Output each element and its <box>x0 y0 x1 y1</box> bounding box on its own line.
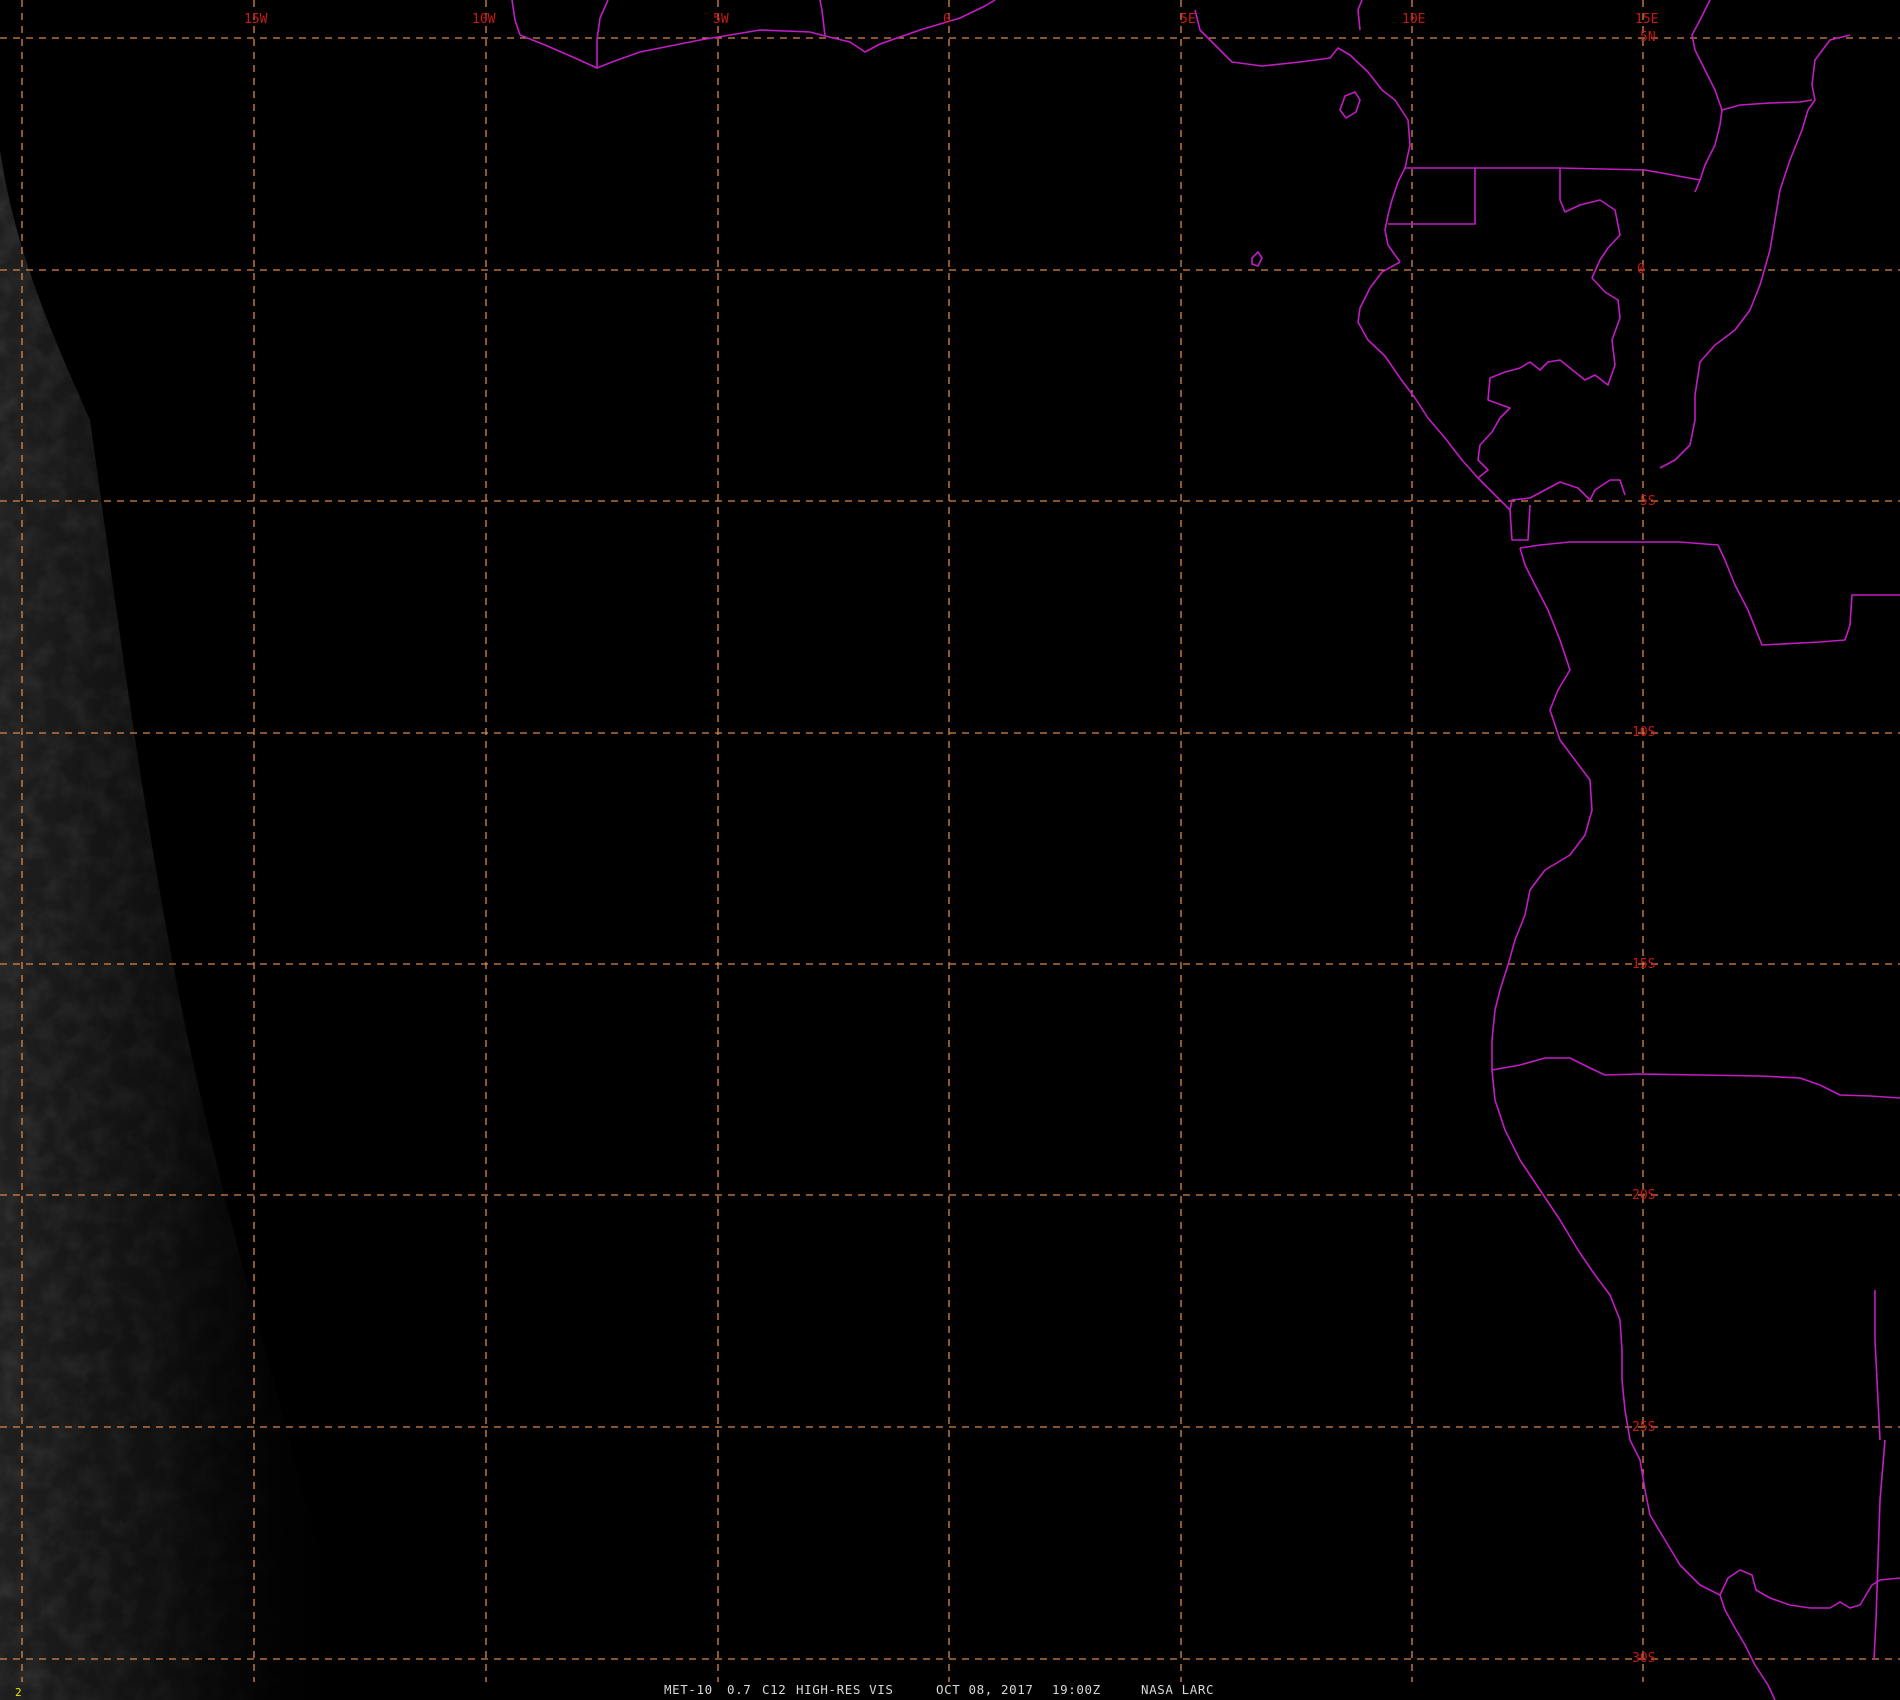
longitude-labels: 15W 10W 5W 0 5E 10E 15E <box>244 12 1658 27</box>
drc-angola-border <box>1519 541 1900 646</box>
namibia-botswana-border <box>1874 1290 1881 1441</box>
west-africa-border-b <box>511 0 521 36</box>
west-africa-border-a <box>596 0 609 68</box>
lon-label-15e: 15E <box>1635 12 1658 27</box>
satellite-image-frame: 15W 10W 5W 0 5E 10E 15E 5N 0 5S 10S 15S … <box>0 0 1900 1700</box>
lat-label-10s: 10S <box>1632 725 1655 740</box>
image-caption: MET-10 0.7 C12 HIGH-RES VIS OCT 08, 2017 19:0… <box>0 1682 1900 1700</box>
namibia-east-border <box>1873 1439 1886 1661</box>
angola-namibia-border <box>1491 1057 1900 1099</box>
lon-label-15w: 15W <box>244 12 268 27</box>
lon-label-10w: 10W <box>472 12 496 27</box>
bight-coast <box>1194 9 1383 91</box>
twilight-cloud-field <box>0 0 380 1700</box>
angola-coast <box>1491 547 1593 1070</box>
lat-label-30s: 30S <box>1632 1651 1655 1666</box>
caption-channel: C12 <box>762 1682 787 1697</box>
lon-label-5e: 5E <box>1180 12 1196 27</box>
lon-label-0: 0 <box>943 12 951 27</box>
cameroon-south-border <box>1475 167 1701 193</box>
lon-label-5w: 5W <box>713 12 729 27</box>
congo-car-border <box>1699 99 1813 181</box>
caption-satellite: MET-10 <box>664 1682 713 1697</box>
satellite-map: 15W 10W 5W 0 5E 10E 15E 5N 0 5S 10S 15S … <box>0 0 1900 1700</box>
lat-label-25s: 25S <box>1632 1420 1655 1435</box>
car-cameroon-border <box>1691 0 1723 111</box>
cameroon-coast <box>1381 89 1411 263</box>
sao-tome-island <box>1251 251 1263 267</box>
lat-label-0: 0 <box>1637 262 1645 277</box>
latitude-labels: 5N 0 5S 10S 15S 20S 25S 30S <box>1632 30 1656 1666</box>
west-africa-border-c <box>819 0 826 37</box>
namibia-coast <box>1491 1069 1721 1596</box>
cabinda-coast <box>1509 504 1531 541</box>
caption-band: 0.7 <box>727 1682 752 1697</box>
lat-label-5n: 5N <box>1640 30 1656 45</box>
orange-river-border <box>1719 1569 1900 1609</box>
caption-source: NASA LARC <box>1141 1682 1215 1697</box>
lat-label-20s: 20S <box>1632 1188 1655 1203</box>
nigeria-cameroon-border <box>1357 0 1363 31</box>
gabon-coast <box>1357 261 1511 511</box>
caption-date: OCT 08, 2017 <box>936 1682 1034 1697</box>
lat-label-5s: 5S <box>1640 494 1656 509</box>
coastlines-and-borders <box>511 0 1900 1700</box>
bioko-island <box>1339 91 1361 119</box>
caption-time: 19:00Z <box>1052 1682 1101 1697</box>
west-africa-coast <box>519 0 996 69</box>
lon-label-10e: 10E <box>1402 12 1425 27</box>
lat-label-15s: 15S <box>1632 957 1655 972</box>
caption-type: HIGH-RES VIS <box>796 1682 894 1697</box>
gabon-congo-border <box>1477 168 1621 479</box>
congo-drc-border <box>1659 34 1851 469</box>
cabinda-border <box>1509 479 1626 511</box>
